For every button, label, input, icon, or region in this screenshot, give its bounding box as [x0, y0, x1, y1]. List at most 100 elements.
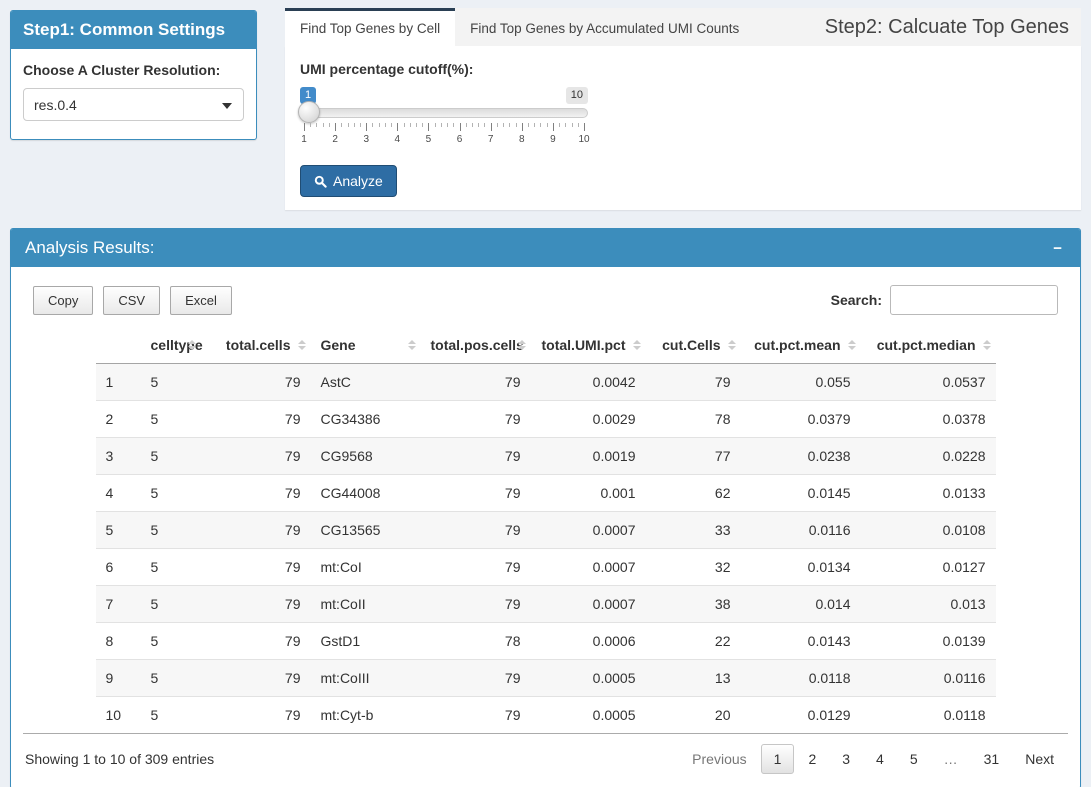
- cluster-resolution-select[interactable]: res.0.4: [23, 88, 244, 121]
- table-cell: 79: [646, 364, 741, 401]
- slider-tick-label: 8: [519, 134, 525, 145]
- table-cell: 0.0007: [531, 512, 646, 549]
- table-cell: 0.0019: [531, 438, 646, 475]
- table-cell: 32: [646, 549, 741, 586]
- slider-major-tick: [335, 123, 336, 131]
- sort-icon: [983, 340, 991, 350]
- pagination-next[interactable]: Next: [1013, 745, 1066, 773]
- slider-minor-tick: [329, 123, 330, 127]
- slider-minor-tick: [360, 123, 361, 127]
- table-cell: 0.0139: [861, 623, 996, 660]
- pagination-page-31[interactable]: 31: [972, 745, 1012, 773]
- slider-max-badge: 10: [566, 87, 588, 104]
- tab-content: UMI percentage cutoff(%): 1 10 123456789…: [285, 46, 1081, 210]
- column-header-total-cells[interactable]: total.cells: [201, 327, 311, 364]
- table-footer: Showing 1 to 10 of 309 entries Previous1…: [23, 733, 1068, 776]
- csv-button[interactable]: CSV: [103, 286, 160, 315]
- slider-minor-tick: [572, 123, 573, 127]
- table-row[interactable]: 4579CG44008790.001620.01450.0133: [96, 475, 996, 512]
- excel-button[interactable]: Excel: [170, 286, 232, 315]
- column-header-cut-cells[interactable]: cut.Cells: [646, 327, 741, 364]
- table-row[interactable]: 9579mt:CoIII790.0005130.01180.0116: [96, 660, 996, 697]
- slider-tick-label: 9: [550, 134, 556, 145]
- slider-minor-tick: [310, 123, 311, 127]
- table-row[interactable]: 2579CG34386790.0029780.03790.0378: [96, 401, 996, 438]
- slider-tick-label: 1: [301, 134, 307, 145]
- table-row[interactable]: 5579CG13565790.0007330.01160.0108: [96, 512, 996, 549]
- table-row[interactable]: 8579GstD1780.0006220.01430.0139: [96, 623, 996, 660]
- column-header-cut-pct-mean[interactable]: cut.pct.mean: [741, 327, 861, 364]
- table-cell: 0.0238: [741, 438, 861, 475]
- pagination-previous[interactable]: Previous: [680, 745, 758, 773]
- table-cell: 0.0145: [741, 475, 861, 512]
- slider-handle[interactable]: [298, 101, 320, 123]
- tab-find-top-genes-by-accumulated-umi-counts[interactable]: Find Top Genes by Accumulated UMI Counts: [455, 8, 754, 46]
- table-cell: 0.0007: [531, 586, 646, 623]
- pagination-page-3[interactable]: 3: [830, 745, 862, 773]
- table-cell: 6: [96, 549, 141, 586]
- analyze-button[interactable]: Analyze: [300, 165, 397, 197]
- table-cell: 0.0134: [741, 549, 861, 586]
- column-label: total.pos.cells: [431, 337, 524, 353]
- table-row[interactable]: 10579mt:Cyt-b790.0005200.01290.0118: [96, 697, 996, 734]
- slider-track[interactable]: [300, 108, 588, 118]
- slider-minor-tick: [435, 123, 436, 127]
- slider-minor-tick: [478, 123, 479, 127]
- column-header-rownames: [96, 327, 141, 364]
- slider-minor-tick: [484, 123, 485, 127]
- umi-cutoff-slider[interactable]: 1 10 12345678910: [300, 87, 588, 149]
- step1-panel-body: Choose A Cluster Resolution: res.0.4: [11, 49, 256, 139]
- slider-minor-tick: [404, 123, 405, 127]
- column-header-total-umi-pct[interactable]: total.UMI.pct: [531, 327, 646, 364]
- slider-tick-label: 5: [426, 134, 432, 145]
- table-cell: 79: [201, 586, 311, 623]
- table-cell: 10: [96, 697, 141, 734]
- table-cell: 0.0127: [861, 549, 996, 586]
- column-header-cut-pct-median[interactable]: cut.pct.median: [861, 327, 996, 364]
- slider-minor-tick: [422, 123, 423, 127]
- slider-tick-label: 2: [332, 134, 338, 145]
- column-label: total.UMI.pct: [542, 337, 626, 353]
- table-row[interactable]: 1579AstC790.0042790.0550.0537: [96, 364, 996, 401]
- slider-tick-label: 7: [488, 134, 494, 145]
- table-row[interactable]: 3579CG9568790.0019770.02380.0228: [96, 438, 996, 475]
- table-cell: 5: [141, 512, 201, 549]
- pagination-page-1[interactable]: 1: [761, 744, 795, 774]
- slider-minor-tick: [503, 123, 504, 127]
- table-cell: 38: [646, 586, 741, 623]
- column-header-celltype[interactable]: celltype: [141, 327, 201, 364]
- table-cell: 0.0005: [531, 697, 646, 734]
- pagination-page-4[interactable]: 4: [864, 745, 896, 773]
- table-cell: CG13565: [311, 512, 421, 549]
- column-header-gene[interactable]: Gene: [311, 327, 421, 364]
- slider-minor-tick: [316, 123, 317, 127]
- slider-minor-tick: [323, 123, 324, 127]
- slider-minor-tick: [348, 123, 349, 127]
- pagination-page-5[interactable]: 5: [898, 745, 930, 773]
- slider-tick-label: 3: [363, 134, 369, 145]
- chevron-down-icon: [222, 103, 232, 109]
- table-cell: 7: [96, 586, 141, 623]
- pagination-page-2[interactable]: 2: [796, 745, 828, 773]
- slider-minor-tick: [372, 123, 373, 127]
- table-row[interactable]: 6579mt:CoI790.0007320.01340.0127: [96, 549, 996, 586]
- table-cell: 79: [201, 512, 311, 549]
- slider-minor-tick: [559, 123, 560, 127]
- search-icon: [314, 175, 327, 188]
- table-cell: 62: [646, 475, 741, 512]
- minus-icon[interactable]: −: [1049, 241, 1066, 256]
- table-cell: 5: [141, 401, 201, 438]
- slider-tick-label: 4: [395, 134, 401, 145]
- column-header-total-pos-cells[interactable]: total.pos.cells: [421, 327, 531, 364]
- results-header: Analysis Results: −: [11, 229, 1080, 267]
- slider-major-tick: [491, 123, 492, 131]
- table-cell: 8: [96, 623, 141, 660]
- tab-find-top-genes-by-cell[interactable]: Find Top Genes by Cell: [285, 8, 455, 46]
- table-cell: 79: [421, 475, 531, 512]
- search-input[interactable]: [890, 285, 1058, 315]
- table-cell: 79: [421, 401, 531, 438]
- table-row[interactable]: 7579mt:CoII790.0007380.0140.013: [96, 586, 996, 623]
- table-cell: 5: [141, 549, 201, 586]
- copy-button[interactable]: Copy: [33, 286, 93, 315]
- table-cell: 0.0108: [861, 512, 996, 549]
